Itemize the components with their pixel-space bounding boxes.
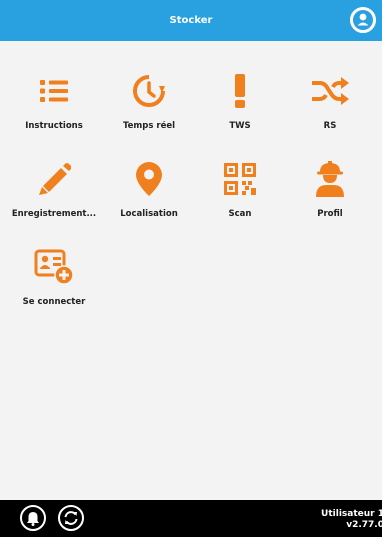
tile-tws[interactable]: TWS (194, 41, 286, 131)
tile-rs[interactable]: RS (284, 41, 376, 131)
username: Utilisateur 1 (321, 509, 382, 519)
sync-button[interactable] (58, 505, 84, 531)
tile-enregistrement[interactable]: Enregistrement... (8, 129, 100, 219)
tile-instructions[interactable]: Instructions (8, 41, 100, 131)
app-header: Stocker (0, 0, 382, 41)
clock-refresh-icon (129, 71, 169, 111)
id-card-add-icon (34, 247, 74, 287)
tile-label: Scan (228, 209, 252, 219)
notifications-button[interactable] (20, 505, 46, 531)
app-version: v2.77.0 (346, 520, 382, 530)
user-icon (353, 10, 373, 30)
bell-icon (27, 511, 39, 526)
refresh-icon (64, 511, 78, 525)
tile-label: Se connecter (22, 297, 86, 307)
qr-code-icon (220, 159, 260, 199)
tile-se-connecter[interactable]: Se connecter (8, 217, 100, 307)
page-title: Stocker (169, 15, 213, 26)
app-footer: Utilisateur 1 v2.77.0 (0, 500, 382, 537)
list-icon (34, 71, 74, 111)
user-avatar-button[interactable] (350, 7, 376, 33)
shuffle-icon (310, 71, 350, 111)
tile-scan[interactable]: Scan (194, 129, 286, 219)
user-info: Utilisateur 1 v2.77.0 (321, 509, 382, 531)
tile-profil[interactable]: Profil (284, 129, 376, 219)
pencil-icon (34, 159, 74, 199)
tile-label: Localisation (120, 209, 178, 219)
exclamation-icon (220, 71, 260, 111)
tile-label: Profil (317, 209, 343, 219)
worker-icon (310, 159, 350, 199)
map-marker-icon (129, 159, 169, 199)
tile-localisation[interactable]: Localisation (103, 129, 195, 219)
tile-temps-reel[interactable]: Temps réel (103, 41, 195, 131)
